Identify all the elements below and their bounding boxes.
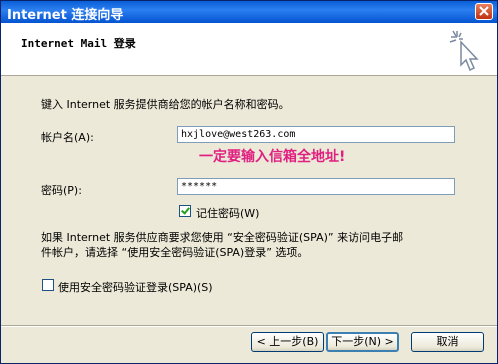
close-icon xyxy=(479,6,489,16)
wizard-sparkle-cursor-icon xyxy=(449,30,479,72)
cancel-button[interactable]: 取消 xyxy=(411,332,484,352)
wizard-header: Internet Mail 登录 xyxy=(1,23,497,76)
remember-password-label[interactable]: 记住密码(W) xyxy=(196,205,259,221)
spa-info-line2: 件帐户，请选择 “使用安全密码验证(SPA)登录” 选项。 xyxy=(41,246,309,259)
account-label: 帐户名(A): xyxy=(41,131,94,144)
title-bar[interactable]: Internet 连接向导 xyxy=(1,1,497,23)
window-title: Internet 连接向导 xyxy=(7,8,124,23)
back-button[interactable]: < 上一步(B) xyxy=(251,332,324,352)
spa-checkbox[interactable] xyxy=(42,279,54,291)
spa-checkbox-label[interactable]: 使用安全密码验证登录(SPA)(S) xyxy=(58,279,213,295)
next-button[interactable]: 下一步(N) > xyxy=(326,332,399,352)
password-input[interactable]: ****** xyxy=(177,178,455,195)
account-note: 一定要输入信箱全地址! xyxy=(199,149,346,165)
wizard-window: Internet 连接向导 Internet Mail 登录 键入 Intern… xyxy=(0,0,498,364)
account-name-input[interactable]: hxjlove@west263.com xyxy=(177,126,455,143)
page-title: Internet Mail 登录 xyxy=(21,37,136,50)
intro-text: 键入 Internet 服务提供商给您的帐户名称和密码。 xyxy=(41,98,290,111)
spa-info-line1: 如果 Internet 服务供应商要求您使用 “安全密码验证(SPA)” 来访问… xyxy=(41,231,404,244)
remember-password-checkbox[interactable] xyxy=(179,205,191,217)
close-button[interactable] xyxy=(475,3,493,20)
password-label: 密码(P): xyxy=(41,184,82,197)
footer-divider xyxy=(1,325,497,327)
